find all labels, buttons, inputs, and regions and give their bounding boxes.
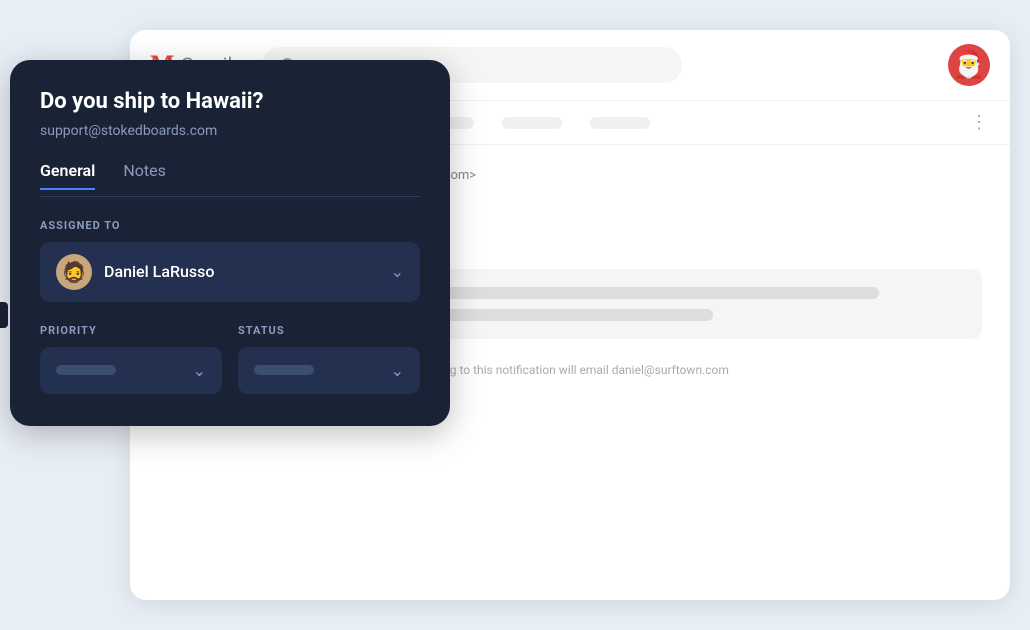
status-chevron-icon: ⌄ <box>391 361 404 380</box>
priority-dropdown[interactable]: ⌄ <box>40 347 222 394</box>
priority-value-bar <box>56 365 116 375</box>
more-options-icon[interactable]: ⋮ <box>970 112 990 133</box>
priority-col: PRIORITY ⌄ <box>40 324 222 394</box>
status-value-bar <box>254 365 314 375</box>
priority-status-row: PRIORITY ⌄ STATUS ⌄ <box>40 324 420 394</box>
priority-label: PRIORITY <box>40 324 222 337</box>
assigned-name: Daniel LaRusso <box>104 262 379 281</box>
user-avatar-top[interactable]: 🎅 <box>948 44 990 86</box>
assigned-chevron-icon: ⌄ <box>391 262 404 281</box>
assigned-to-dropdown[interactable]: 🧔 Daniel LaRusso ⌄ <box>40 242 420 302</box>
bookmark-icon <box>0 302 8 328</box>
assigned-to-label: ASSIGNED TO <box>40 219 420 232</box>
tab-notes[interactable]: Notes <box>123 161 166 190</box>
email-tab-6[interactable] <box>590 117 650 129</box>
left-panel: Do you ship to Hawaii? support@stokedboa… <box>10 60 450 426</box>
tab-divider <box>40 196 420 197</box>
panel-subtitle: support@stokedboards.com <box>40 123 420 139</box>
status-col: STATUS ⌄ <box>238 324 420 394</box>
status-dropdown[interactable]: ⌄ <box>238 347 420 394</box>
status-label: STATUS <box>238 324 420 337</box>
email-tab-5[interactable] <box>502 117 562 129</box>
priority-chevron-icon: ⌄ <box>193 361 206 380</box>
panel-title: Do you ship to Hawaii? <box>40 88 420 117</box>
tab-general[interactable]: General <box>40 161 95 190</box>
panel-tabs: General Notes <box>40 161 420 190</box>
assigned-avatar: 🧔 <box>56 254 92 290</box>
scene: M Gmail 🎅 ⋮ <box>0 0 1030 630</box>
assigned-avatar-emoji: 🧔 <box>62 260 87 284</box>
